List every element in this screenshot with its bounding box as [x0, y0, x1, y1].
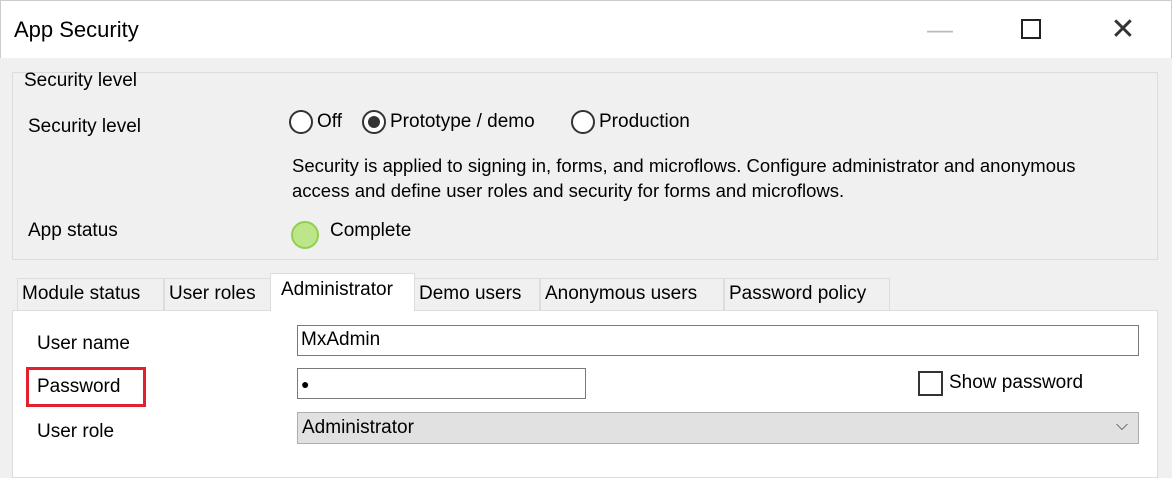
window-title: App Security	[14, 17, 139, 42]
user-role-label: User role	[37, 421, 115, 442]
user-name-input[interactable]: MxAdmin	[297, 325, 1139, 356]
radio-prototype-demo[interactable]: Prototype / demo	[362, 110, 535, 134]
chevron-down-icon: ⌵	[1115, 417, 1128, 434]
minimize-icon[interactable]: —	[915, 8, 965, 50]
radio-circle[interactable]	[362, 110, 386, 134]
radio-off[interactable]: Off	[289, 110, 342, 134]
app-status-value: Complete	[330, 220, 412, 241]
title-bar	[0, 0, 1172, 58]
tab-demo-users[interactable]: Demo users	[414, 278, 540, 310]
tab-administrator[interactable]: Administrator	[270, 273, 415, 311]
password-input[interactable]: ●	[297, 368, 586, 399]
security-level-label: Security level	[28, 116, 141, 137]
tab-anonymous-users[interactable]: Anonymous users	[540, 278, 724, 310]
tab-user-roles[interactable]: User roles	[164, 278, 271, 310]
radio-label: Prototype / demo	[390, 111, 535, 132]
close-icon[interactable]: ✕	[1098, 8, 1148, 50]
radio-label: Production	[599, 111, 690, 132]
radio-label: Off	[317, 111, 342, 132]
tab-module-status[interactable]: Module status	[17, 278, 164, 310]
app-status-label: App status	[28, 220, 118, 241]
maximize-icon[interactable]	[1006, 8, 1056, 50]
password-highlight-box	[26, 367, 146, 407]
user-role-select[interactable]: Administrator ⌵	[297, 412, 1139, 444]
user-role-value: Administrator	[302, 417, 414, 438]
tab-password-policy[interactable]: Password policy	[724, 278, 890, 310]
group-title: Security level	[24, 70, 137, 91]
show-password-label: Show password	[949, 372, 1084, 393]
user-name-label: User name	[37, 333, 130, 354]
radio-circle[interactable]	[289, 110, 313, 134]
security-description: Security is applied to signing in, forms…	[292, 155, 1076, 201]
show-password-checkbox[interactable]	[918, 371, 943, 396]
radio-production[interactable]: Production	[571, 110, 690, 134]
radio-circle[interactable]	[571, 110, 595, 134]
status-indicator-icon	[291, 221, 319, 249]
